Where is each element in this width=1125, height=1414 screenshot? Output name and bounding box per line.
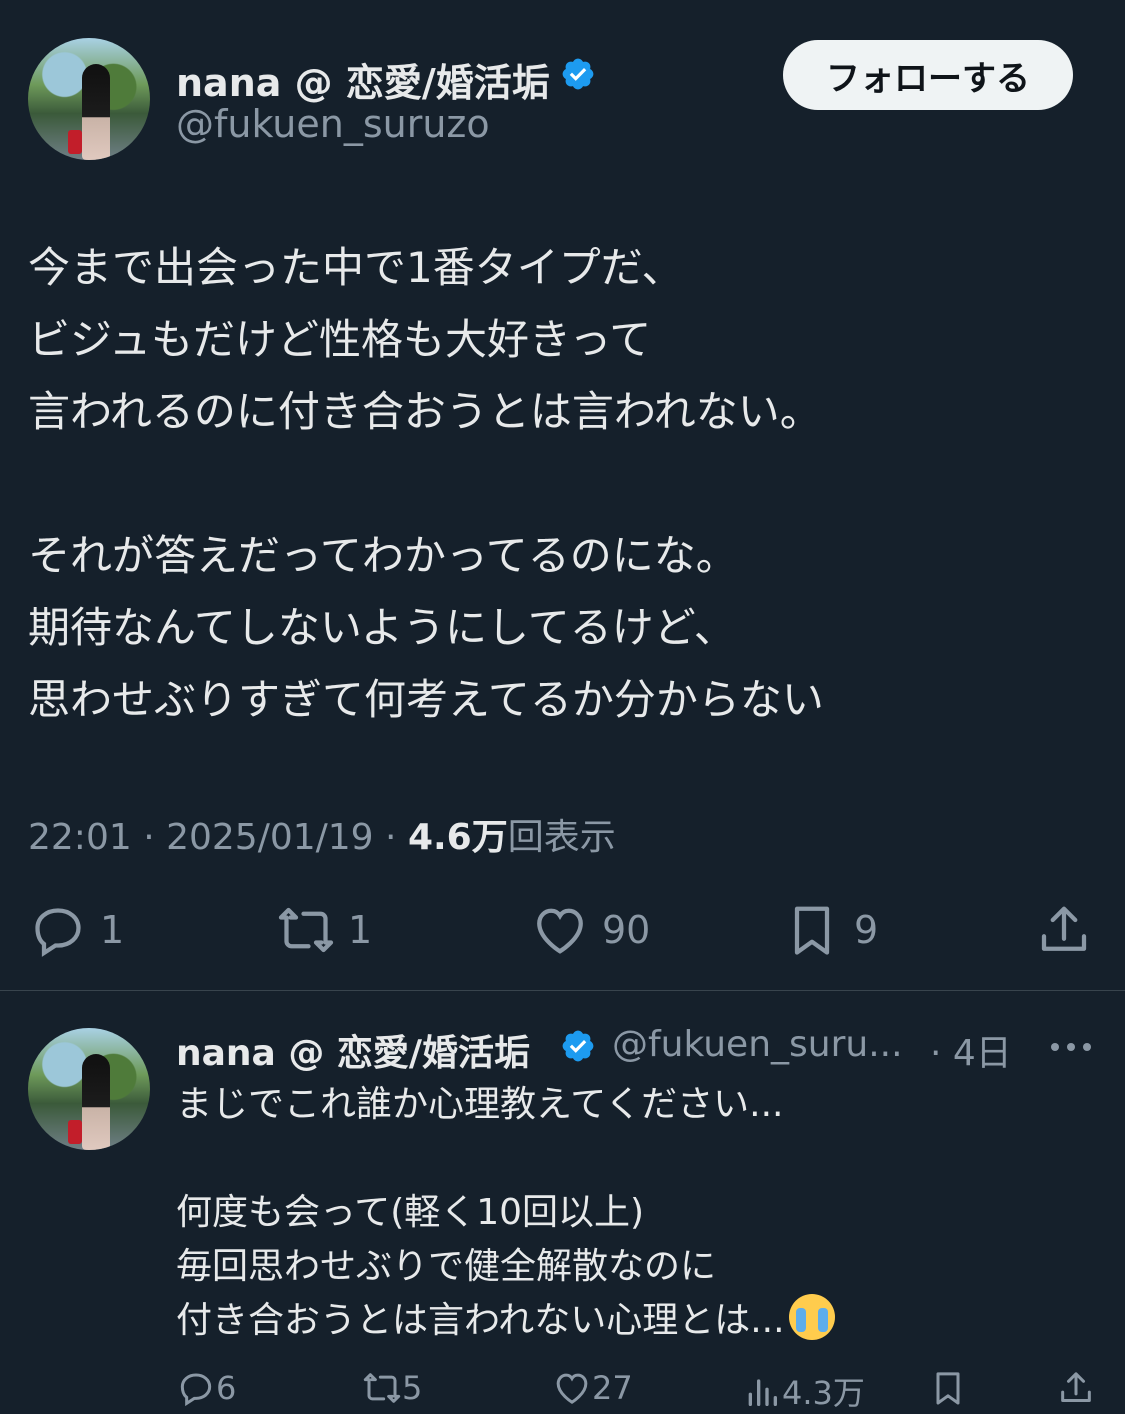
reply-reply-count: 6: [216, 1369, 237, 1407]
bookmark-count: 9: [854, 908, 879, 952]
reply-retweet-count: 5: [402, 1369, 423, 1407]
heart-icon: [556, 1373, 588, 1404]
reply-age[interactable]: · 4日: [930, 1024, 1012, 1076]
reply-retweet-button[interactable]: 5: [362, 1368, 422, 1408]
analytics-icon: [748, 1379, 777, 1406]
bookmark-icon: [794, 906, 830, 955]
bookmark-button[interactable]: 9: [782, 890, 878, 970]
tweet-divider: [0, 990, 1125, 991]
reply-button[interactable]: 1: [28, 890, 124, 970]
reply-count: 1: [100, 908, 125, 952]
tweet-date[interactable]: 2025/01/19: [166, 817, 374, 858]
reply-icon: [35, 908, 81, 957]
reply-icon: [180, 1373, 212, 1407]
reply-action-bar: 6 5 27 4.3万: [0, 1368, 1125, 1412]
retweet-icon: [278, 907, 334, 953]
views-label: 回表示: [507, 817, 616, 858]
share-icon: [1041, 906, 1087, 951]
share-button[interactable]: [1034, 890, 1094, 970]
reply-like-count: 27: [592, 1369, 633, 1407]
meta-separator: ·: [143, 817, 167, 858]
tweet-action-bar: 1 1 90 9: [0, 890, 1125, 970]
retweet-button[interactable]: 1: [276, 890, 372, 970]
bookmark-icon: [936, 1372, 960, 1405]
retweet-count: 1: [348, 908, 373, 952]
meta-separator: ·: [385, 817, 408, 858]
user-handle[interactable]: @fukuen_suruzo: [176, 102, 490, 146]
retweet-icon: [363, 1373, 401, 1403]
avatar-detail: [68, 1120, 82, 1144]
crying-face-icon: [788, 1294, 835, 1340]
like-button[interactable]: 90: [530, 890, 650, 970]
tweet-time[interactable]: 22:01: [28, 817, 132, 858]
verified-badge-icon: [562, 1030, 594, 1062]
avatar-figure: [82, 64, 110, 160]
display-name[interactable]: nana @ 恋愛/婚活垢: [176, 52, 550, 107]
reply-avatar[interactable]: [28, 1028, 150, 1150]
avatar[interactable]: [28, 38, 150, 160]
follow-button[interactable]: フォローする: [783, 40, 1073, 110]
reply-share-button[interactable]: [1056, 1368, 1096, 1408]
reply-reply-button[interactable]: 6: [176, 1368, 236, 1408]
reply-display-name[interactable]: nana @ 恋愛/婚活垢: [176, 1024, 530, 1076]
share-icon: [1061, 1372, 1091, 1402]
reply-bookmark-button[interactable]: [928, 1368, 968, 1408]
tweet-meta: 22:01 · 2025/01/19 · 4.6万回表示: [28, 808, 616, 860]
like-count: 90: [602, 908, 651, 952]
reply-views-button[interactable]: 4.3万: [742, 1368, 865, 1414]
avatar-figure: [82, 1054, 110, 1150]
reply-like-button[interactable]: 27: [552, 1368, 633, 1408]
reply-handle[interactable]: @fukuen_suru...: [612, 1024, 903, 1065]
reply-text: まじでこれ誰か心理教えてください... 何度も会って(軽く10回以上) 毎回思わ…: [176, 1078, 1096, 1348]
tweet-text: 今まで出会った中で1番タイプだ、 ビジュもだけど性格も大好きって 言われるのに付…: [28, 243, 824, 724]
heart-icon: [537, 908, 583, 954]
reply-views-count: 4.3万: [782, 1374, 865, 1412]
avatar-detail: [68, 130, 82, 154]
views-count: 4.6万: [407, 817, 508, 858]
more-options-icon[interactable]: [1048, 1030, 1094, 1064]
reply-text-body: まじでこれ誰か心理教えてください... 何度も会って(軽く10回以上) 毎回思わ…: [176, 1084, 785, 1341]
verified-badge-icon: [562, 58, 594, 90]
